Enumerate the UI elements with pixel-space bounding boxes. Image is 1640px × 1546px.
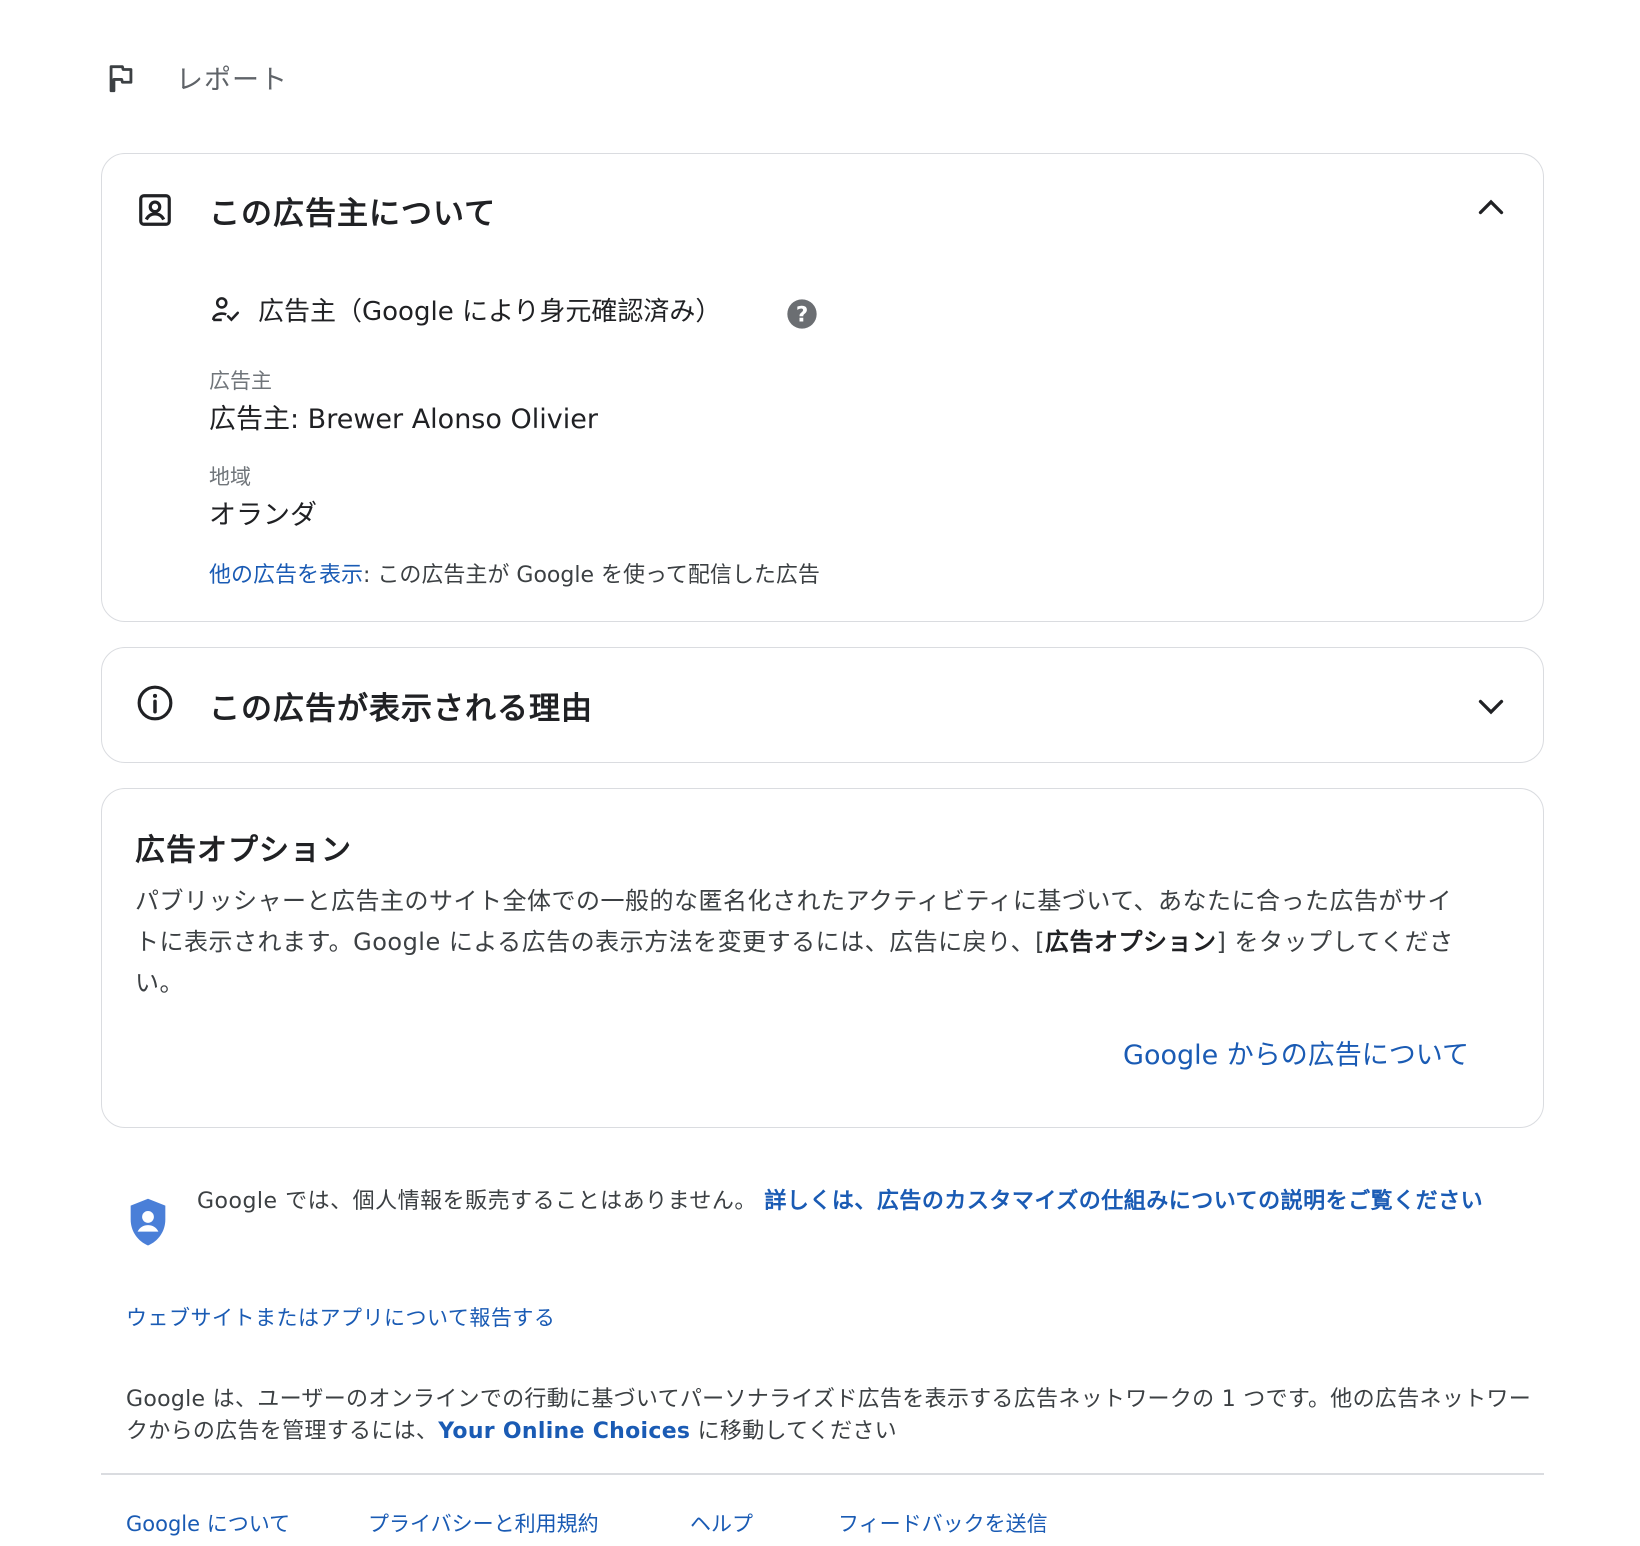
- verified-advertiser-row: 広告主（Google により身元確認済み）: [209, 291, 721, 328]
- info-icon: [137, 685, 173, 721]
- advertiser-field-label: 広告主: [209, 369, 272, 393]
- ad-reason-card: この広告が表示される理由: [101, 647, 1544, 763]
- more-ads-row: 他の広告を表示: この広告主が Google を使って配信した広告: [209, 557, 820, 589]
- ad-reason-card-header[interactable]: この広告が表示される理由: [102, 648, 1543, 762]
- region-field-value: オランダ: [209, 500, 317, 531]
- footer-link-about-google[interactable]: Google について: [126, 1508, 290, 1538]
- advertiser-card-title: この広告主について: [209, 196, 497, 232]
- footer-link-send-feedback[interactable]: フィードバックを送信: [838, 1508, 1048, 1538]
- region-field-label: 地域: [209, 465, 251, 489]
- about-google-ads-link[interactable]: Google からの広告について: [1123, 1033, 1469, 1072]
- flag-icon: [109, 64, 133, 92]
- verified-advertiser-label: 広告主（Google により身元確認済み）: [258, 297, 722, 327]
- ad-options-bold-term: 広告オプション: [1045, 928, 1217, 956]
- help-circle-icon[interactable]: ?: [786, 298, 818, 330]
- privacy-text: Google では、個人情報を販売することはありません。 詳しくは、広告のカスタ…: [197, 1186, 1527, 1218]
- privacy-statement: Google では、個人情報を販売することはありません。: [197, 1189, 757, 1214]
- advertiser-card-header[interactable]: この広告主について: [102, 154, 1543, 266]
- chevron-up-icon[interactable]: [1473, 190, 1509, 226]
- your-online-choices-link[interactable]: Your Online Choices: [438, 1419, 690, 1444]
- advertiser-card: この広告主について 広告主（Google により身元確認済み） ? 広告主 広告…: [101, 153, 1544, 622]
- svg-text:?: ?: [796, 302, 808, 327]
- report-button[interactable]: レポート: [104, 58, 288, 97]
- ad-network-text-part2: に移動してください: [690, 1419, 897, 1444]
- more-ads-description: : この広告主が Google を使って配信した広告: [363, 563, 820, 588]
- report-website-link[interactable]: ウェブサイトまたはアプリについて報告する: [126, 1302, 555, 1332]
- ad-customization-learn-more-link[interactable]: 詳しくは、広告のカスタマイズの仕組みについての説明をご覧ください: [764, 1189, 1483, 1214]
- shield-person-icon: [130, 1198, 166, 1246]
- footer-link-privacy-terms[interactable]: プライバシーと利用規約: [368, 1508, 599, 1538]
- more-ads-link[interactable]: 他の広告を表示: [209, 563, 363, 588]
- ad-options-description: パブリッシャーと広告主のサイト全体での一般的な匿名化されたアクティビティに基づい…: [135, 881, 1465, 1004]
- ad-reason-card-title: この広告が表示される理由: [209, 691, 593, 727]
- ad-network-notice: Google は、ユーザーのオンラインでの行動に基づいてパーソナライズド広告を表…: [126, 1384, 1546, 1448]
- ad-options-title: 広告オプション: [135, 833, 352, 868]
- chevron-down-icon[interactable]: [1473, 688, 1509, 724]
- account-box-icon: [139, 194, 171, 226]
- ad-options-card: 広告オプション パブリッシャーと広告主のサイト全体での一般的な匿名化されたアクテ…: [101, 788, 1544, 1128]
- advertiser-field-value: 広告主: Brewer Alonso Olivier: [209, 404, 598, 435]
- report-label: レポート: [176, 65, 288, 96]
- person-check-icon: [211, 296, 240, 321]
- footer-divider: [101, 1473, 1544, 1475]
- footer-link-help[interactable]: ヘルプ: [690, 1508, 753, 1538]
